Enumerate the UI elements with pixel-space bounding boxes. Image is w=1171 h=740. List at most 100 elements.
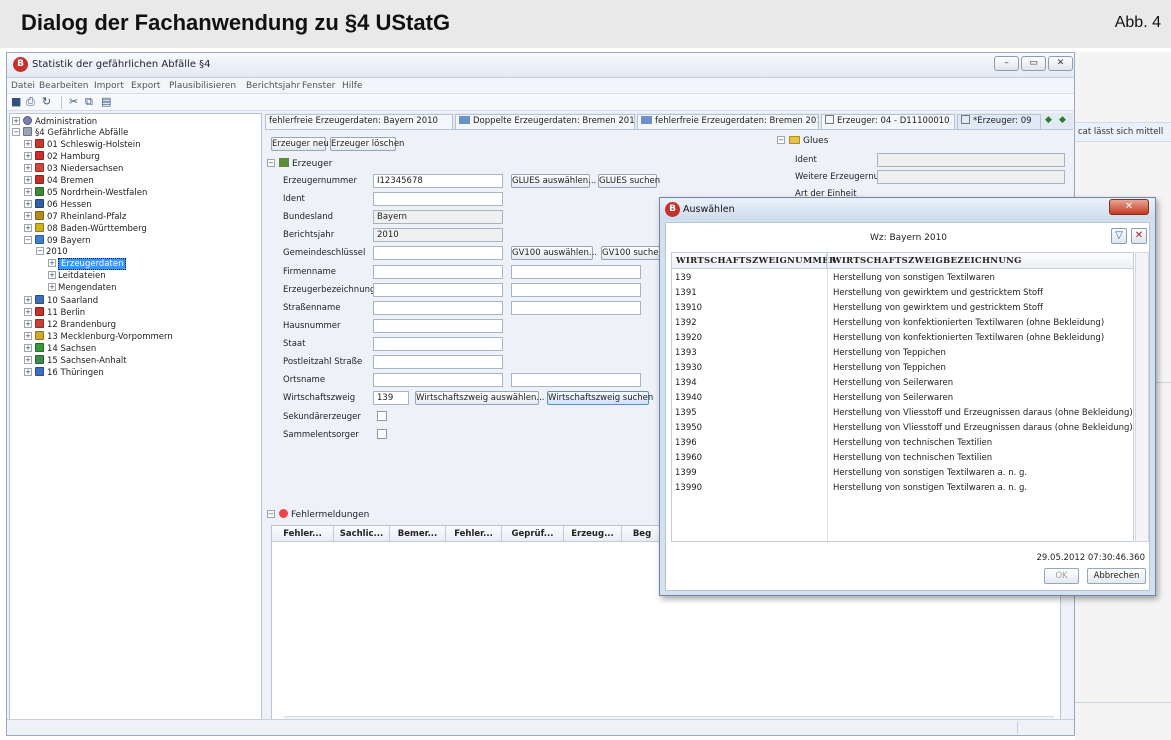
expand-icon[interactable]: + <box>24 332 32 340</box>
clear-filter-icon[interactable]: ✕ <box>1131 228 1147 244</box>
collapse-icon[interactable]: − <box>24 236 32 244</box>
expand-icon[interactable]: + <box>24 152 32 160</box>
gv100-auswaehlen-button[interactable]: GV100 auswählen... <box>511 246 597 260</box>
table-row[interactable]: 1394 Herstellung von Seilerwaren <box>672 376 1133 391</box>
column-header[interactable]: Beg <box>622 526 662 542</box>
dialog-close-button[interactable]: ✕ <box>1109 199 1149 215</box>
firmenname-field[interactable] <box>373 265 503 279</box>
minimize-button[interactable]: – <box>994 56 1019 71</box>
wirtschaftszweig-suchen-button[interactable]: Wirtschaftszweig suchen <box>547 391 653 405</box>
table-row[interactable]: 13960 Herstellung von technischen Textili… <box>672 451 1133 466</box>
expand-icon[interactable]: + <box>24 212 32 220</box>
table-row[interactable]: 1395 Herstellung von Vliesstoff und Erzeu… <box>672 406 1133 421</box>
tree-node-administration[interactable]: + Administration <box>12 116 97 127</box>
expand-icon[interactable]: + <box>24 164 32 172</box>
firmenname-field-2[interactable] <box>511 265 641 279</box>
expand-icon[interactable]: + <box>24 224 32 232</box>
tab-scroll-left-icon[interactable]: ◆ <box>1045 115 1052 125</box>
abbrechen-button[interactable]: Abbrechen <box>1087 568 1146 584</box>
collapse-icon[interactable]: − <box>36 247 44 255</box>
wirtschaftszweig-auswaehlen-button[interactable]: Wirtschaftszweig auswählen... <box>415 391 544 405</box>
column-header[interactable]: Erzeug... <box>564 526 622 542</box>
tab-doppelte-bremen[interactable]: Doppelte Erzeugerdaten: Bremen 2010 <box>455 114 635 129</box>
erzeuger-loeschen-button[interactable]: Erzeuger löschen <box>330 137 404 151</box>
table-row[interactable]: 1392 Herstellung von konfektionierten Tex… <box>672 316 1133 331</box>
tree-node-erzeugerdaten[interactable]: + Erzeugerdaten <box>48 258 127 270</box>
gemeindeschluessel-field[interactable] <box>373 246 503 260</box>
strassenname-field[interactable] <box>373 301 503 315</box>
collapse-icon[interactable]: − <box>12 128 20 136</box>
column-header[interactable]: Fehler... <box>272 526 334 542</box>
tree-node-mengendaten[interactable]: + Mengendaten <box>48 283 117 294</box>
ortsname-field[interactable] <box>373 373 503 387</box>
table-row[interactable]: 13940 Herstellung von Seilerwaren <box>672 391 1133 406</box>
refresh-icon[interactable]: ↻ <box>42 96 51 108</box>
menu-plausibilisieren[interactable]: Plausibilisieren <box>169 81 236 91</box>
strassenname-field-2[interactable] <box>511 301 641 315</box>
expand-icon[interactable]: + <box>24 188 32 196</box>
tree-node-state[interactable]: +07 Rheinland-Pfalz <box>24 211 126 222</box>
erzeugerbezeichnung-field-2[interactable] <box>511 283 641 297</box>
expand-icon[interactable]: + <box>24 176 32 184</box>
table-row[interactable]: 13920 Herstellung von konfektionierten Te… <box>672 331 1133 346</box>
tree-node-state[interactable]: +06 Hessen <box>24 199 92 210</box>
column-header[interactable]: Bemer... <box>390 526 446 542</box>
erzeugernummer-field[interactable]: I12345678 <box>373 174 503 188</box>
table-row[interactable]: 139 Herstellung von sonstigen Textilwaren <box>672 271 1133 286</box>
expand-icon[interactable]: + <box>48 271 56 279</box>
ortsname-field-2[interactable] <box>511 373 641 387</box>
tree-node-state[interactable]: +16 Thüringen <box>24 367 104 378</box>
sekundaererzeuger-checkbox[interactable] <box>377 411 387 421</box>
erzeuger-neu-button[interactable]: Erzeuger neu <box>271 137 329 151</box>
column-header-description[interactable]: WIRTSCHAFTSZWEIGBEZEICHNUNG <box>828 253 1133 269</box>
menu-berichtsjahr[interactable]: Berichtsjahr <box>246 81 300 91</box>
tree-node-leitdateien[interactable]: + Leitdateien <box>48 271 106 282</box>
tab-erzeuger-04[interactable]: Erzeuger: 04 - D11100010 <box>821 114 955 129</box>
save-icon[interactable]: ■ <box>11 96 21 108</box>
tree-node-state[interactable]: +11 Berlin <box>24 307 85 318</box>
expand-icon[interactable]: + <box>24 320 32 328</box>
erzeugerbezeichnung-field[interactable] <box>373 283 503 297</box>
ident-field[interactable] <box>373 192 503 206</box>
menu-bearbeiten[interactable]: Bearbeiten <box>39 81 88 91</box>
maximize-button[interactable]: ▭ <box>1021 56 1046 71</box>
vertical-scrollbar[interactable] <box>1135 252 1149 542</box>
table-row[interactable]: 1399 Herstellung von sonstigen Textilware… <box>672 466 1133 481</box>
tree-node-state[interactable]: +04 Bremen <box>24 175 94 186</box>
collapse-icon[interactable]: − <box>267 510 275 518</box>
collapse-icon[interactable]: − <box>267 159 275 167</box>
tree-node-state[interactable]: +10 Saarland <box>24 295 98 306</box>
paste-icon[interactable]: ▤ <box>101 96 111 108</box>
tree-node-state[interactable]: +01 Schleswig-Holstein <box>24 139 140 150</box>
tab-fehlerfreie-bremen[interactable]: fehlerfreie Erzeugerdaten: Bremen 2010 <box>637 114 819 129</box>
expand-icon[interactable]: + <box>48 283 56 291</box>
tree-node-state[interactable]: +03 Niedersachsen <box>24 163 123 174</box>
expand-icon[interactable]: + <box>24 308 32 316</box>
column-header[interactable]: Geprüf... <box>502 526 564 542</box>
expand-icon[interactable]: + <box>24 344 32 352</box>
tree-node-abfaelle[interactable]: − §4 Gefährliche Abfälle <box>12 127 128 138</box>
tree-node-year[interactable]: −2010 <box>36 247 68 258</box>
menu-datei[interactable]: Datei <box>11 81 35 91</box>
table-row[interactable]: 13950 Herstellung von Vliesstoff und Erze… <box>672 421 1133 436</box>
menu-export[interactable]: Export <box>131 81 160 91</box>
table-row[interactable]: 13990 Herstellung von sonstigen Textilwar… <box>672 481 1133 496</box>
table-row[interactable]: 13910 Herstellung von gewirktem und gestr… <box>672 301 1133 316</box>
collapse-icon[interactable]: − <box>777 136 785 144</box>
column-header[interactable]: Fehler... <box>446 526 502 542</box>
menu-hilfe[interactable]: Hilfe <box>342 81 362 91</box>
print-icon[interactable]: ⎙ <box>26 96 35 108</box>
tab-fehlerfreie-bayern[interactable]: fehlerfreie Erzeugerdaten: Bayern 2010 <box>265 114 453 129</box>
menu-import[interactable]: Import <box>94 81 124 91</box>
menu-fenster[interactable]: Fenster <box>302 81 335 91</box>
column-header-number[interactable]: WIRTSCHAFTSZWEIGNUMMER <box>672 253 836 269</box>
staat-field[interactable] <box>373 337 503 351</box>
close-button[interactable]: ✕ <box>1048 56 1073 71</box>
sammelentsorger-checkbox[interactable] <box>377 429 387 439</box>
filter-icon[interactable]: ▽ <box>1111 228 1127 244</box>
postleitzahl-field[interactable] <box>373 355 503 369</box>
tree-node-state[interactable]: +14 Sachsen <box>24 343 96 354</box>
tab-erzeuger-09[interactable]: *Erzeuger: 09 <box>957 114 1041 129</box>
tab-scroll-right-icon[interactable]: ◆ <box>1059 115 1066 125</box>
copy-icon[interactable]: ⧉ <box>85 96 93 108</box>
